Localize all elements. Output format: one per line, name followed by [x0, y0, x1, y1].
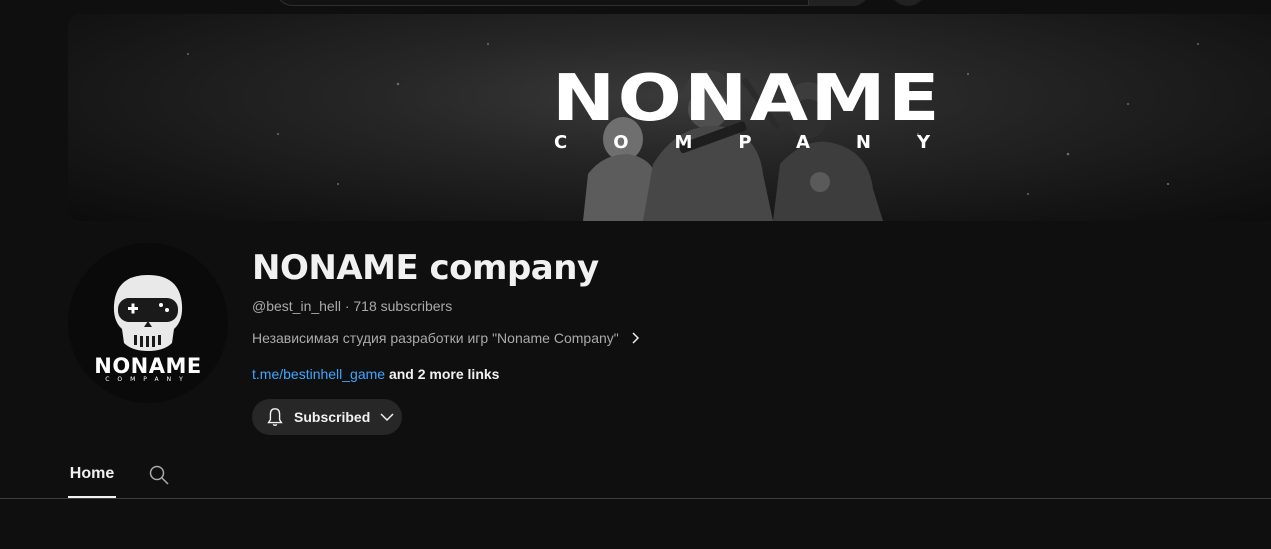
- channel-tabs: Home: [0, 452, 1271, 499]
- channel-banner: NONAME COMPANY: [68, 14, 1271, 221]
- subscriber-count: 718 subscribers: [353, 298, 453, 314]
- channel-meta: @best_in_hell · 718 subscribers: [252, 298, 452, 314]
- banner-logo-title: NONAME: [552, 62, 942, 136]
- avatar-logo-title: NONAME: [94, 354, 202, 378]
- bell-icon: [267, 408, 283, 426]
- description-text: Независимая студия разработки игр "Nonam…: [252, 330, 619, 346]
- channel-handle: @best_in_hell: [252, 298, 341, 314]
- avatar-logo-subtitle: COMPANY: [105, 376, 191, 383]
- voice-search-button[interactable]: [890, 0, 926, 6]
- telegram-link[interactable]: t.me/bestinhell_game: [252, 366, 385, 382]
- channel-avatar[interactable]: NONAME COMPANY: [68, 243, 228, 403]
- tab-home[interactable]: Home: [68, 452, 116, 498]
- meta-separator: ·: [340, 298, 354, 314]
- chevron-right-icon: [632, 332, 639, 344]
- banner-logo-subtitle: COMPANY: [554, 132, 976, 153]
- subscribed-label: Subscribed: [294, 409, 371, 425]
- channel-name: NONAME company: [252, 248, 599, 288]
- search-icon[interactable]: [148, 464, 170, 486]
- chevron-down-icon: [380, 413, 394, 422]
- channel-page: NONAME COMPANY NONAME COMPANY NONAME com…: [0, 0, 1271, 549]
- search-input[interactable]: [275, 0, 870, 6]
- more-links-button[interactable]: and 2 more links: [385, 366, 500, 382]
- channel-links: t.me/bestinhell_game and 2 more links: [252, 366, 499, 382]
- channel-description[interactable]: Независимая студия разработки игр "Nonam…: [252, 330, 643, 346]
- subscribed-button[interactable]: Subscribed: [252, 399, 402, 435]
- search-button[interactable]: [808, 0, 870, 6]
